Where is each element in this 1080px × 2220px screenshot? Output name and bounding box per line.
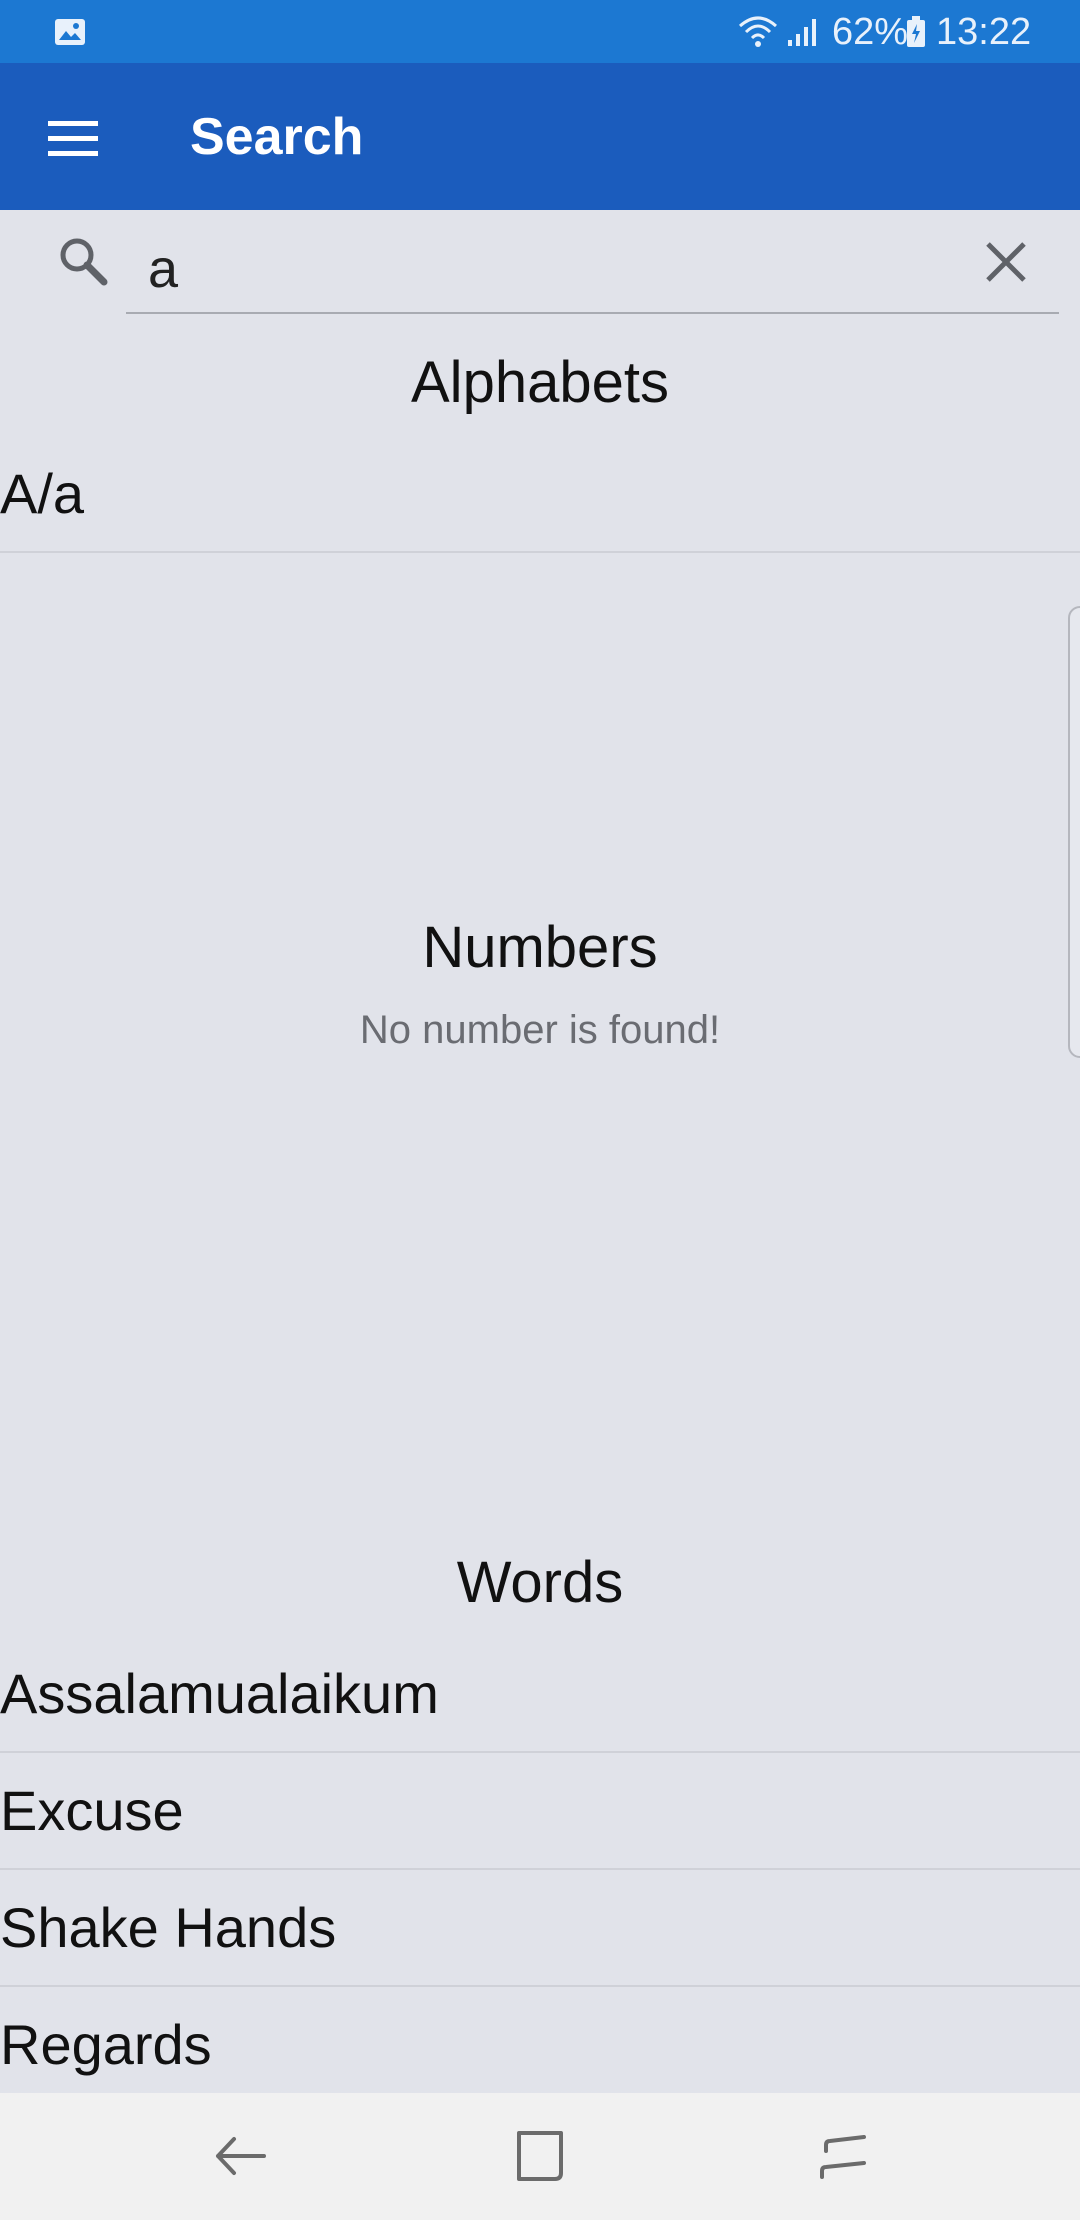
search-icon xyxy=(60,238,108,286)
section-heading-words: Words xyxy=(456,1550,624,1615)
gallery-icon xyxy=(55,19,85,45)
back-icon[interactable] xyxy=(204,2121,274,2191)
menu-icon xyxy=(48,121,98,156)
wifi-icon xyxy=(739,16,777,47)
list-item-label: Excuse xyxy=(0,1779,184,1842)
signal-icon xyxy=(788,19,816,46)
empty-message: No number is found! xyxy=(359,1008,721,1052)
battery-percent: 62% xyxy=(832,11,909,53)
list-item-label: Shake Hands xyxy=(0,1896,337,1959)
search-input[interactable] xyxy=(126,226,1059,314)
list-item[interactable]: Shake Hands xyxy=(0,1870,1080,1987)
list-item-label: Assalamualaikum xyxy=(0,1662,439,1725)
status-bar: 62% 13:22 xyxy=(0,0,1080,63)
recents-icon[interactable] xyxy=(808,2121,878,2191)
close-icon[interactable] xyxy=(980,236,1032,288)
list-item[interactable]: Regards xyxy=(0,1987,1080,2104)
scroll-handle[interactable] xyxy=(1068,606,1080,1058)
list-item[interactable]: A/a xyxy=(0,436,1080,553)
clock: 13:22 xyxy=(936,11,1032,53)
page-title: Search xyxy=(190,108,364,166)
menu-button[interactable] xyxy=(30,103,116,173)
list-item[interactable]: Excuse xyxy=(0,1753,1080,1870)
section-heading-alphabets: Alphabets xyxy=(411,350,669,415)
app-bar: Search xyxy=(0,63,1080,210)
list-item-label: A/a xyxy=(0,462,85,525)
section-heading-numbers: Numbers xyxy=(422,915,658,980)
list-item-label: Regards xyxy=(0,2013,212,2076)
list-item[interactable]: Assalamualaikum xyxy=(0,1636,1080,1753)
battery-icon xyxy=(907,16,925,47)
nav-bar xyxy=(0,2093,1080,2220)
home-icon[interactable] xyxy=(505,2121,575,2191)
